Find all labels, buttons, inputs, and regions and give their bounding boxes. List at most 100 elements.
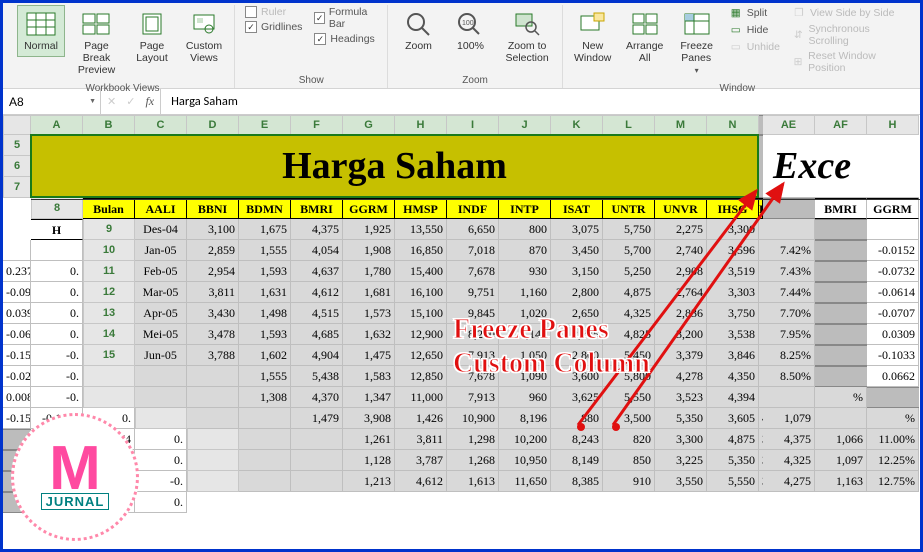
cell[interactable] xyxy=(3,240,31,261)
headings-checkbox[interactable]: ✓Headings xyxy=(310,32,381,46)
cell[interactable]: -0.0707 xyxy=(867,303,919,324)
arrange-all-button[interactable]: Arrange All xyxy=(621,5,669,69)
cell[interactable]: L xyxy=(603,115,655,135)
cell[interactable]: 2,908 xyxy=(655,261,707,282)
cell[interactable]: 12,900 xyxy=(395,324,447,345)
formula-bar-checkbox[interactable]: ✓Formula Bar xyxy=(310,5,381,31)
cell[interactable]: 3,075 xyxy=(551,219,603,240)
cell[interactable] xyxy=(187,366,239,387)
cell[interactable]: 4,325 xyxy=(603,303,655,324)
cell[interactable]: 1,268 xyxy=(447,450,499,471)
cell[interactable]: 3,150 xyxy=(551,261,603,282)
cell[interactable]: 4,904 xyxy=(291,345,343,366)
cell[interactable]: 7.70% xyxy=(763,303,815,324)
cell[interactable]: 5,700 xyxy=(603,240,655,261)
cell[interactable] xyxy=(3,115,31,135)
cell[interactable]: 1,160 xyxy=(499,282,551,303)
cell[interactable]: 1,675 xyxy=(239,219,291,240)
cell[interactable] xyxy=(187,408,239,429)
cell[interactable] xyxy=(815,219,867,240)
cell[interactable]: 5,438 xyxy=(291,366,343,387)
right-title[interactable]: Exce xyxy=(763,135,919,198)
cell[interactable]: M xyxy=(655,115,707,135)
cell[interactable] xyxy=(135,408,187,429)
cell[interactable]: -0.1033 xyxy=(867,345,919,366)
cell[interactable]: 0. xyxy=(31,282,83,303)
cell[interactable] xyxy=(239,408,291,429)
cell[interactable]: 1,555 xyxy=(239,366,291,387)
cell[interactable] xyxy=(815,408,867,429)
cell[interactable]: -0.0685 xyxy=(3,324,31,345)
cell[interactable]: 3,550 xyxy=(655,471,707,492)
cell[interactable]: 5,250 xyxy=(603,261,655,282)
cell[interactable]: UNVR xyxy=(655,198,707,219)
cell[interactable]: 1,140 xyxy=(499,324,551,345)
cell[interactable]: 12.75% xyxy=(867,471,919,492)
cell[interactable]: 5,800 xyxy=(603,366,655,387)
cell[interactable]: ISAT xyxy=(551,198,603,219)
hide-button[interactable]: ▭Hide xyxy=(725,22,784,38)
cell[interactable] xyxy=(867,219,919,240)
custom-views-button[interactable]: Custom Views xyxy=(180,5,228,69)
cell[interactable]: 0. xyxy=(135,429,187,450)
cell[interactable]: 15 xyxy=(83,345,135,366)
cell[interactable]: 6,650 xyxy=(447,219,499,240)
cell[interactable]: 1,573 xyxy=(343,303,395,324)
cell[interactable]: 3,787 xyxy=(395,450,447,471)
cell[interactable]: 3,430 xyxy=(187,303,239,324)
cell[interactable]: 0. xyxy=(31,303,83,324)
cell[interactable]: 5,550 xyxy=(707,471,759,492)
cell[interactable]: 850 xyxy=(603,450,655,471)
cell[interactable] xyxy=(815,366,867,387)
cell[interactable]: UNTR xyxy=(603,198,655,219)
cell[interactable]: -0.1564 xyxy=(3,408,31,429)
cell[interactable]: 1,020 xyxy=(499,303,551,324)
cell[interactable]: BMRI xyxy=(815,198,867,219)
cell[interactable]: 0.0662 xyxy=(867,366,919,387)
cell[interactable]: J xyxy=(499,115,551,135)
cell[interactable]: 1,593 xyxy=(239,261,291,282)
page-layout-button[interactable]: Page Layout xyxy=(128,5,176,69)
cell[interactable]: 3,200 xyxy=(655,324,707,345)
cell[interactable]: 5,450 xyxy=(603,345,655,366)
cell[interactable]: D xyxy=(187,115,239,135)
cell[interactable]: 1,631 xyxy=(239,282,291,303)
cell[interactable]: 11,650 xyxy=(499,471,551,492)
cell[interactable]: 1,555 xyxy=(239,240,291,261)
cell[interactable]: 1,213 xyxy=(343,471,395,492)
cell[interactable]: 3,519 xyxy=(707,261,759,282)
cell[interactable]: 0.0309 xyxy=(867,324,919,345)
cell[interactable]: 3,908 xyxy=(343,408,395,429)
cell[interactable]: Apr-05 xyxy=(135,303,187,324)
cell[interactable]: 8.25% xyxy=(763,345,815,366)
cell[interactable]: 3,500 xyxy=(603,408,655,429)
cell[interactable]: 3,600 xyxy=(551,366,603,387)
cell[interactable] xyxy=(239,429,291,450)
cell[interactable]: 800 xyxy=(499,219,551,240)
cell[interactable] xyxy=(239,471,291,492)
ruler-checkbox[interactable]: Ruler xyxy=(241,5,306,19)
cell[interactable]: 7,018 xyxy=(447,240,499,261)
cell[interactable]: 2,954 xyxy=(187,261,239,282)
cell[interactable]: 8 xyxy=(31,198,83,219)
cell[interactable]: 910 xyxy=(603,471,655,492)
cell[interactable]: 7.44% xyxy=(763,282,815,303)
cell[interactable]: -0.0732 xyxy=(867,261,919,282)
cell[interactable]: 4,370 xyxy=(291,387,343,408)
cell[interactable]: H xyxy=(395,115,447,135)
cell[interactable]: 960 xyxy=(499,387,551,408)
cell[interactable]: AE xyxy=(763,115,815,135)
cell[interactable] xyxy=(815,303,867,324)
cell[interactable]: Mei-05 xyxy=(135,324,187,345)
cell[interactable]: 870 xyxy=(499,240,551,261)
cell[interactable]: -0. xyxy=(31,366,83,387)
page-break-preview-button[interactable]: Page Break Preview xyxy=(69,5,124,81)
cell[interactable]: GGRM xyxy=(867,198,919,219)
gridlines-checkbox[interactable]: ✓Gridlines xyxy=(241,20,306,34)
cell[interactable]: A xyxy=(31,115,83,135)
cell[interactable]: 12,650 xyxy=(395,345,447,366)
cell[interactable]: 1,780 xyxy=(343,261,395,282)
cell[interactable]: 3,379 xyxy=(655,345,707,366)
formula-input[interactable]: Harga Saham xyxy=(161,89,920,114)
cell[interactable]: 8,243 xyxy=(551,429,603,450)
